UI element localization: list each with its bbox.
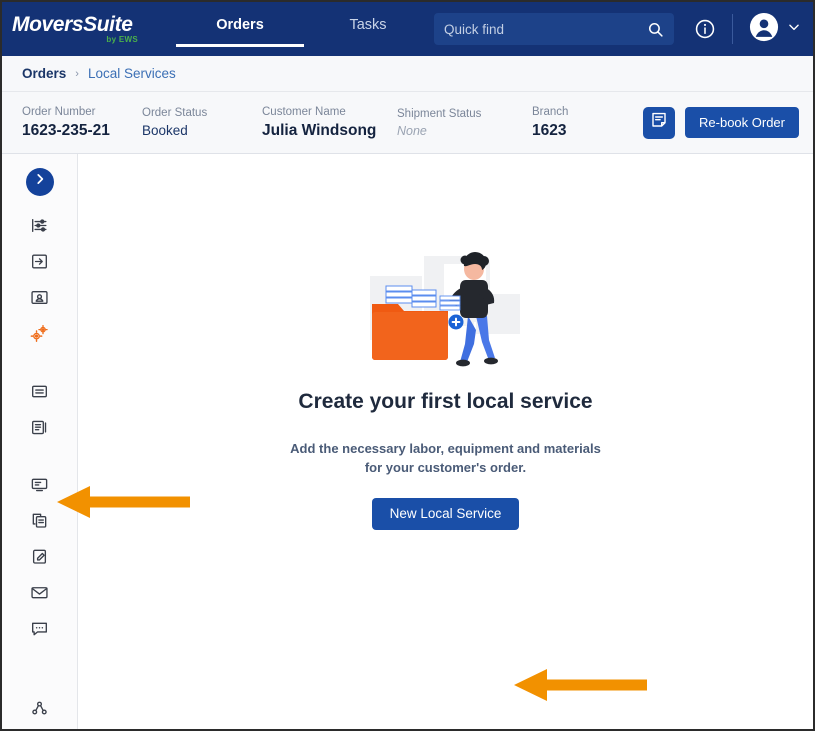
- sidebar-item-contacts[interactable]: [18, 282, 62, 318]
- envelope-icon: [30, 583, 49, 607]
- sidebar-item-documents[interactable]: [18, 505, 62, 541]
- monitor-icon: [30, 475, 49, 499]
- field-customer-name: Customer Name Julia Windsong: [262, 106, 397, 140]
- top-navigation-bar: MoversSuite by EWS Orders Tasks: [2, 2, 813, 56]
- breadcrumb-item-orders[interactable]: Orders: [22, 66, 66, 81]
- field-order-number-value: 1623-235-21: [22, 122, 142, 140]
- contact-card-icon: [30, 288, 49, 312]
- sidebar-item-order-details[interactable]: [18, 210, 62, 246]
- field-branch: Branch 1623: [532, 106, 622, 140]
- arrow-into-box-icon: [30, 252, 49, 276]
- search-input[interactable]: [444, 22, 647, 37]
- top-nav-right-group: [434, 12, 813, 47]
- empty-state-title: Create your first local service: [298, 390, 592, 414]
- sidebar-expand-toggle[interactable]: [26, 168, 54, 196]
- sidebar-item-rates[interactable]: [18, 412, 62, 448]
- tab-orders[interactable]: Orders: [176, 11, 304, 47]
- gears-icon: [29, 323, 50, 349]
- sidebar-item-claims[interactable]: [18, 541, 62, 577]
- search-icon[interactable]: [647, 21, 664, 38]
- quick-find-container[interactable]: [434, 13, 674, 45]
- chevron-right-icon: [33, 172, 47, 191]
- field-shipment-status: Shipment Status None: [397, 108, 532, 138]
- sidebar-item-dispatch[interactable]: [18, 469, 62, 505]
- logo-text: MoversSuite: [12, 14, 132, 35]
- field-shipment-status-value: None: [397, 124, 532, 138]
- sidebar-item-inventory[interactable]: [18, 376, 62, 412]
- sliders-settings-icon: [30, 216, 49, 240]
- field-customer-name-value: Julia Windsong: [262, 122, 397, 140]
- share-nodes-icon: [30, 699, 49, 723]
- tab-tasks[interactable]: Tasks: [304, 11, 432, 47]
- order-summary-bar: Order Number 1623-235-21 Order Status Bo…: [2, 92, 813, 154]
- clipboard-pencil-icon: [30, 547, 49, 571]
- breadcrumb-separator-icon: ›: [75, 68, 79, 80]
- note-document-icon: [650, 111, 668, 134]
- sidebar-item-email[interactable]: [18, 577, 62, 613]
- info-circle-icon[interactable]: [694, 18, 716, 40]
- list-lines-icon: [30, 382, 49, 406]
- field-order-status-label: Order Status: [142, 107, 262, 119]
- logo-subtext: by EWS: [106, 36, 138, 44]
- field-order-number: Order Number 1623-235-21: [22, 106, 142, 140]
- sidebar-item-local-services[interactable]: [18, 318, 62, 354]
- left-sidebar: [2, 154, 78, 729]
- note-document-button[interactable]: [643, 107, 675, 139]
- sidebar-item-related-orders[interactable]: [18, 693, 62, 729]
- chevron-down-icon[interactable]: [787, 20, 801, 39]
- sidebar-item-notes[interactable]: [18, 613, 62, 649]
- breadcrumb-item-local-services[interactable]: Local Services: [88, 66, 176, 81]
- field-branch-label: Branch: [532, 106, 622, 118]
- copy-documents-icon: [30, 511, 49, 535]
- user-menu[interactable]: [749, 12, 801, 47]
- field-order-status: Order Status Booked: [142, 107, 262, 138]
- book-page-icon: [30, 418, 49, 442]
- order-actions: Re-book Order: [643, 107, 799, 139]
- nav-divider: [732, 14, 733, 44]
- application-window: MoversSuite by EWS Orders Tasks: [0, 0, 815, 731]
- sidebar-item-origin-destination[interactable]: [18, 246, 62, 282]
- main-content-empty-state: Create your first local service Add the …: [78, 154, 813, 729]
- field-order-number-label: Order Number: [22, 106, 142, 118]
- chat-bubble-icon: [30, 619, 49, 643]
- body-area: Create your first local service Add the …: [2, 154, 813, 729]
- main-nav-tabs: Orders Tasks: [176, 11, 432, 47]
- breadcrumb: Orders › Local Services: [2, 56, 813, 92]
- field-branch-value: 1623: [532, 122, 622, 140]
- folder-documents-person-illustration: [364, 242, 528, 368]
- field-order-status-value: Booked: [142, 123, 262, 138]
- new-local-service-button[interactable]: New Local Service: [372, 498, 520, 530]
- empty-state-subtitle: Add the necessary labor, equipment and m…: [290, 440, 601, 478]
- empty-state-subtitle-line-1: Add the necessary labor, equipment and m…: [290, 440, 601, 459]
- field-shipment-status-label: Shipment Status: [397, 108, 532, 120]
- user-avatar-icon[interactable]: [749, 12, 779, 47]
- empty-state-subtitle-line-2: for your customer's order.: [290, 459, 601, 478]
- field-customer-name-label: Customer Name: [262, 106, 397, 118]
- brand-logo[interactable]: MoversSuite by EWS: [12, 14, 140, 44]
- rebook-order-button[interactable]: Re-book Order: [685, 107, 799, 138]
